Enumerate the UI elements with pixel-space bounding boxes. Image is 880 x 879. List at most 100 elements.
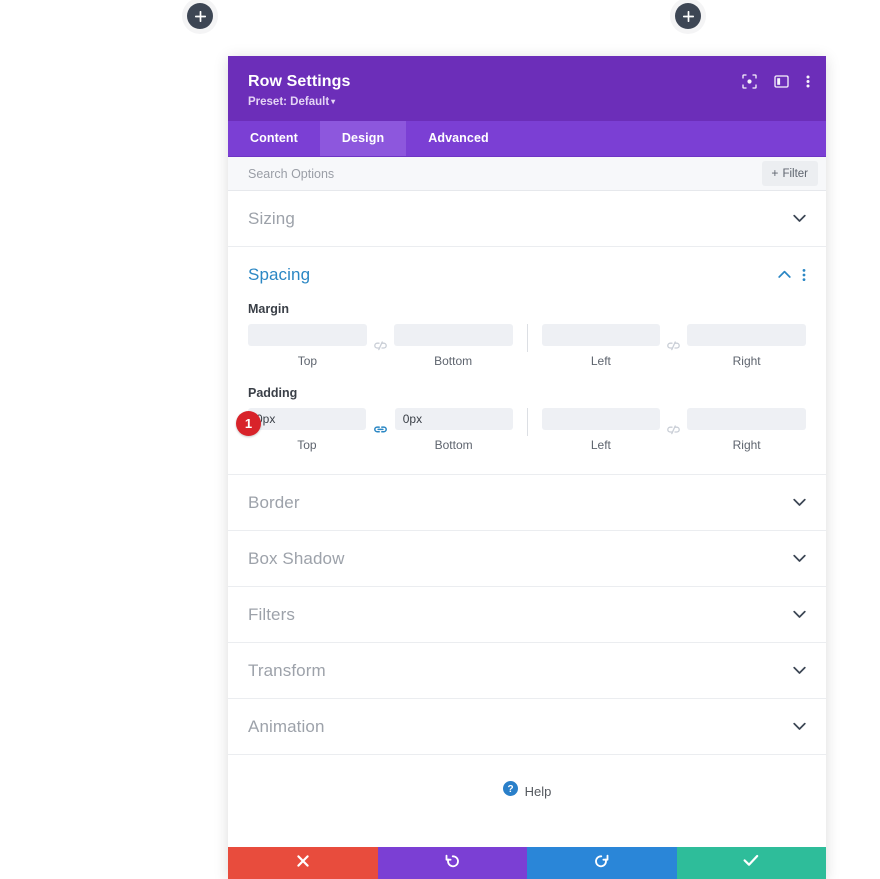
save-button[interactable] — [676, 847, 826, 879]
accordion-title-animation: Animation — [248, 716, 325, 736]
svg-text:?: ? — [507, 784, 513, 795]
accordion-title-spacing: Spacing — [248, 264, 311, 284]
margin-bottom-cell: Bottom — [393, 324, 513, 369]
margin-right-label: Right — [732, 354, 761, 369]
add-section-button-right[interactable] — [675, 3, 701, 29]
add-section-button-left[interactable] — [187, 3, 213, 29]
plus-icon — [682, 10, 694, 22]
accordion-section-transform: Transform — [228, 643, 826, 700]
accordion-header-sizing[interactable]: Sizing — [228, 191, 826, 246]
chevron-down-icon[interactable] — [793, 610, 806, 619]
margin-top-bottom-pair: Top Bottom — [248, 324, 513, 368]
help-link[interactable]: ? Help — [228, 781, 826, 801]
help-area: ? Help — [228, 755, 826, 848]
chevron-down-icon[interactable] — [793, 722, 806, 731]
padding-right-cell: Right — [687, 408, 806, 452]
padding-label: Padding — [248, 386, 298, 401]
margin-top-cell: Top — [248, 324, 367, 368]
padding-bottom-input[interactable] — [394, 408, 513, 431]
accordion-title-filters: Filters — [248, 604, 295, 624]
accordion-tools-filters — [793, 610, 806, 619]
redo-button[interactable] — [527, 847, 677, 879]
accordion-section-border: Border — [228, 475, 826, 532]
accordion-tools-sizing — [793, 214, 806, 223]
margin-left-cell: Left — [541, 324, 661, 368]
margin-top-label: Top — [297, 354, 318, 369]
accordion-header-border[interactable]: Border — [228, 475, 826, 530]
padding-top-input[interactable] — [248, 408, 366, 431]
margin-right-cell: Right — [687, 324, 806, 368]
cancel-button[interactable] — [228, 847, 378, 879]
padding-link-left-right-unlinked-icon[interactable] — [660, 419, 687, 441]
tab-design[interactable]: Design — [319, 121, 407, 157]
filter-button-label: Filter — [782, 168, 808, 181]
layout-panel-icon[interactable] — [774, 74, 789, 89]
margin-link-top-bottom-unlinked-icon[interactable] — [367, 335, 394, 357]
margin-bottom-label: Bottom — [434, 354, 473, 369]
padding-group: Padding 1 Top — [236, 386, 806, 453]
margin-divider — [526, 324, 528, 353]
close-icon — [296, 854, 310, 873]
margin-group: Margin Top Bottom Left Right — [248, 302, 806, 368]
chevron-up-icon[interactable] — [778, 270, 791, 279]
padding-link-top-bottom-linked-icon[interactable] — [366, 419, 395, 441]
preset-selector[interactable]: Preset: Default ▾ — [248, 96, 335, 108]
margin-label: Margin — [248, 302, 289, 317]
undo-button[interactable] — [377, 847, 527, 879]
accordion-section-spacing: Spacing Margin Top Bottom Left Right Pad… — [228, 247, 826, 476]
plus-icon: + — [771, 166, 779, 181]
chevron-down-icon[interactable] — [793, 554, 806, 563]
chevron-down-icon[interactable] — [793, 666, 806, 675]
accordion-header-box-shadow[interactable]: Box Shadow — [228, 531, 826, 586]
padding-bottom-cell: Bottom — [394, 408, 513, 453]
accordion-header-animation[interactable]: Animation — [228, 699, 826, 754]
plus-icon — [194, 10, 206, 22]
accordion-header-filters[interactable]: Filters — [228, 587, 826, 642]
margin-top-input[interactable] — [248, 324, 367, 347]
accordion-title-box-shadow: Box Shadow — [248, 548, 345, 568]
margin-left-right-pair: Left Right — [541, 324, 806, 368]
filter-button[interactable]: + Filter — [762, 161, 818, 187]
margin-fields: Top Bottom Left Right — [248, 324, 806, 368]
tab-content[interactable]: Content — [228, 121, 320, 156]
question-circle-icon: ? — [502, 781, 518, 801]
padding-top-label: Top — [297, 438, 317, 453]
padding-left-right-pair: Left Right — [541, 408, 806, 452]
padding-divider — [526, 408, 528, 437]
undo-icon — [445, 853, 460, 873]
accordion-title-border: Border — [248, 492, 300, 512]
row-settings-modal: Row Settings Preset: Default ▾ Content D… — [228, 56, 826, 879]
spacing-options-kebab-icon[interactable] — [802, 268, 806, 282]
margin-link-left-right-unlinked-icon[interactable] — [660, 335, 687, 357]
margin-bottom-input[interactable] — [393, 324, 513, 347]
padding-left-input[interactable] — [541, 408, 661, 431]
focus-icon[interactable] — [742, 74, 757, 89]
padding-right-input[interactable] — [687, 408, 806, 431]
margin-right-input[interactable] — [687, 324, 806, 347]
margin-left-input[interactable] — [541, 324, 661, 347]
spacing-content: Margin Top Bottom Left Right Padding 1 0… — [228, 302, 826, 474]
accordion-header-transform[interactable]: Transform — [228, 643, 826, 698]
tab-bar: Content Design Advanced — [228, 121, 826, 158]
tab-advanced[interactable]: Advanced — [406, 121, 511, 156]
padding-bottom-label: Bottom — [434, 438, 473, 453]
check-icon — [743, 854, 759, 872]
search-input[interactable] — [248, 166, 763, 181]
accordion-tools-spacing — [778, 268, 806, 282]
search-bar: +Filter — [228, 157, 826, 192]
chevron-down-icon[interactable] — [793, 498, 806, 507]
header-icon-group — [742, 74, 810, 89]
padding-top-cell: Top — [248, 408, 366, 452]
accordion-header-spacing[interactable]: Spacing — [228, 247, 826, 302]
help-label: Help — [524, 783, 552, 799]
modal-footer — [228, 847, 826, 879]
chevron-down-icon[interactable] — [793, 214, 806, 223]
settings-body: Sizing Spacing Margin Top Bottom Left Ri… — [228, 191, 826, 848]
accordion-section-filters: Filters — [228, 587, 826, 644]
chevron-down-icon: ▾ — [331, 97, 336, 107]
kebab-menu-icon[interactable] — [806, 74, 810, 89]
accordion-tools-box-shadow — [793, 554, 806, 563]
padding-right-label: Right — [732, 438, 761, 453]
accordion-title-sizing: Sizing — [248, 208, 295, 228]
redo-icon — [594, 853, 609, 873]
